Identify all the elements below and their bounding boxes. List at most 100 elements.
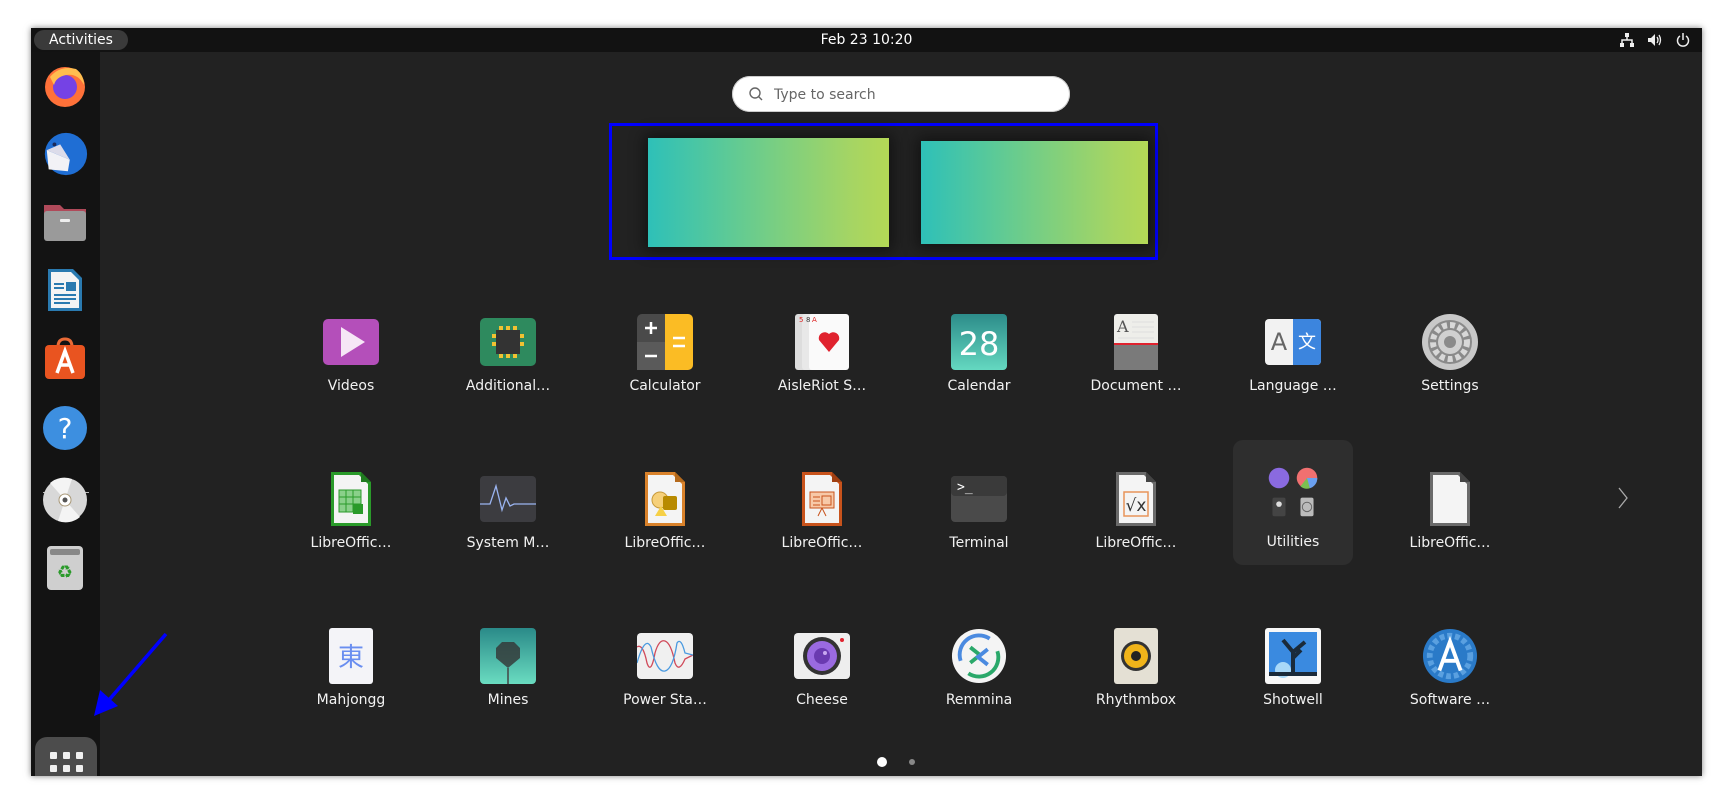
dock-item-files[interactable] xyxy=(41,198,89,246)
settings-icon xyxy=(1422,314,1478,370)
thunderbird-icon xyxy=(44,132,88,176)
search-input[interactable] xyxy=(772,82,1056,108)
svg-text:A: A xyxy=(812,316,817,324)
app-rhythmbox[interactable]: Rhythmbox xyxy=(1076,608,1196,722)
workspace-thumbnail-1[interactable] xyxy=(648,138,889,247)
document-scanner-icon: A xyxy=(1108,314,1164,370)
app-label: Additional… xyxy=(465,378,551,394)
svg-text:?: ? xyxy=(58,412,73,445)
libreoffice-impress-icon xyxy=(794,471,850,527)
app-calendar[interactable]: 28 Calendar xyxy=(919,294,1039,408)
clock[interactable]: Feb 23 10:20 xyxy=(821,32,913,48)
system-monitor-icon xyxy=(480,471,536,527)
calculator-icon xyxy=(637,314,693,370)
power-statistics-icon xyxy=(637,628,693,684)
dock-item-trash[interactable]: ♻ xyxy=(41,544,89,592)
app-label: Utilities xyxy=(1266,534,1320,550)
firefox-icon xyxy=(45,67,85,107)
app-libreoffice[interactable]: LibreOffic… xyxy=(1390,451,1510,565)
app-system-monitor[interactable]: System M… xyxy=(448,451,568,565)
app-software-updater[interactable]: Software … xyxy=(1390,608,1510,722)
app-calculator[interactable]: Calculator xyxy=(605,294,725,408)
app-label: Rhythmbox xyxy=(1095,692,1177,708)
network-icon[interactable] xyxy=(1618,31,1636,49)
app-label: Calculator xyxy=(629,378,701,394)
svg-text:♻: ♻ xyxy=(57,562,73,583)
dock-item-help[interactable]: ? xyxy=(41,404,89,452)
app-shotwell[interactable]: Shotwell xyxy=(1233,608,1353,722)
app-label: Settings xyxy=(1421,378,1479,394)
activities-button[interactable]: Activities xyxy=(34,30,128,50)
app-cheese[interactable]: Cheese xyxy=(762,608,882,722)
language-support-icon: A文 xyxy=(1265,314,1321,370)
app-label: LibreOffic… xyxy=(781,535,863,551)
mahjongg-icon: 東 xyxy=(323,628,379,684)
svg-text:文: 文 xyxy=(1298,332,1316,353)
app-mahjongg[interactable]: 東 Mahjongg xyxy=(291,608,411,722)
app-label: Terminal xyxy=(949,535,1009,551)
files-icon xyxy=(44,205,86,241)
app-document-scanner[interactable]: A Document … xyxy=(1076,294,1196,408)
next-page-button[interactable] xyxy=(1617,486,1629,514)
additional-drivers-icon xyxy=(480,314,536,370)
app-remmina[interactable]: Remmina xyxy=(919,608,1039,722)
app-label: LibreOffic… xyxy=(1409,535,1491,551)
page-dot-1[interactable] xyxy=(877,757,887,767)
app-label: LibreOffic… xyxy=(624,535,706,551)
app-settings[interactable]: Settings xyxy=(1390,294,1510,408)
app-label: Shotwell xyxy=(1263,692,1323,708)
show-apps-button[interactable] xyxy=(35,737,97,776)
app-mines[interactable]: Mines xyxy=(448,608,568,722)
app-libreoffice-impress[interactable]: LibreOffic… xyxy=(762,451,882,565)
app-label: LibreOffic… xyxy=(1095,535,1177,551)
software-updater-icon xyxy=(1422,628,1478,684)
dock-item-thunderbird[interactable] xyxy=(41,130,89,178)
rhythmbox-icon xyxy=(1108,628,1164,684)
top-bar: Activities Feb 23 10:20 xyxy=(31,28,1702,52)
calendar-icon: 28 xyxy=(951,314,1007,370)
power-icon[interactable] xyxy=(1674,31,1692,49)
app-label: System M… xyxy=(466,535,550,551)
system-tray[interactable] xyxy=(1618,31,1692,49)
trash-icon: ♻ xyxy=(47,546,83,590)
dock-item-app-center[interactable] xyxy=(41,334,89,382)
shotwell-icon xyxy=(1265,628,1321,684)
app-libreoffice-math[interactable]: √x LibreOffic… xyxy=(1076,451,1196,565)
utilities-folder-icon xyxy=(1265,464,1321,520)
page-dot-2[interactable] xyxy=(909,759,915,765)
libreoffice-writer-icon xyxy=(48,269,82,311)
libreoffice-calc-icon xyxy=(323,471,379,527)
app-additional-drivers[interactable]: Additional… xyxy=(448,294,568,408)
app-libreoffice-draw[interactable]: LibreOffic… xyxy=(605,451,725,565)
workspace-thumbnail-2[interactable] xyxy=(921,141,1148,244)
app-label: Power Sta… xyxy=(623,692,707,708)
volume-icon[interactable] xyxy=(1646,31,1664,49)
libreoffice-math-icon: √x xyxy=(1108,471,1164,527)
dock-item-firefox[interactable] xyxy=(41,62,89,110)
app-language-support[interactable]: A文 Language … xyxy=(1233,294,1353,408)
chevron-right-icon xyxy=(1618,487,1628,509)
mines-icon xyxy=(480,628,536,684)
app-videos[interactable]: Videos xyxy=(291,294,411,408)
search-bar[interactable] xyxy=(732,76,1070,112)
app-aisleriot[interactable]: 58A AisleRiot S… xyxy=(762,294,882,408)
cheese-icon xyxy=(794,628,850,684)
remmina-icon xyxy=(951,628,1007,684)
app-label: Mahjongg xyxy=(316,692,386,708)
terminal-icon: >_ xyxy=(951,471,1007,527)
libreoffice-icon xyxy=(1422,471,1478,527)
svg-text:A: A xyxy=(1271,328,1288,356)
dock-item-libreoffice-writer[interactable] xyxy=(41,266,89,314)
dock: ? ♻ xyxy=(31,52,100,776)
app-folder-utilities[interactable]: Utilities xyxy=(1233,440,1353,565)
app-label: Calendar xyxy=(947,378,1011,394)
dock-item-disc[interactable] xyxy=(41,476,89,524)
app-libreoffice-calc[interactable]: LibreOffic… xyxy=(291,451,411,565)
app-label: Language … xyxy=(1249,378,1337,394)
app-power-statistics[interactable]: Power Sta… xyxy=(605,608,725,722)
app-label: LibreOffic… xyxy=(310,535,392,551)
app-label: Mines xyxy=(487,692,529,708)
app-label: AisleRiot S… xyxy=(777,378,867,394)
app-terminal[interactable]: >_ Terminal xyxy=(919,451,1039,565)
help-icon: ? xyxy=(43,406,87,450)
